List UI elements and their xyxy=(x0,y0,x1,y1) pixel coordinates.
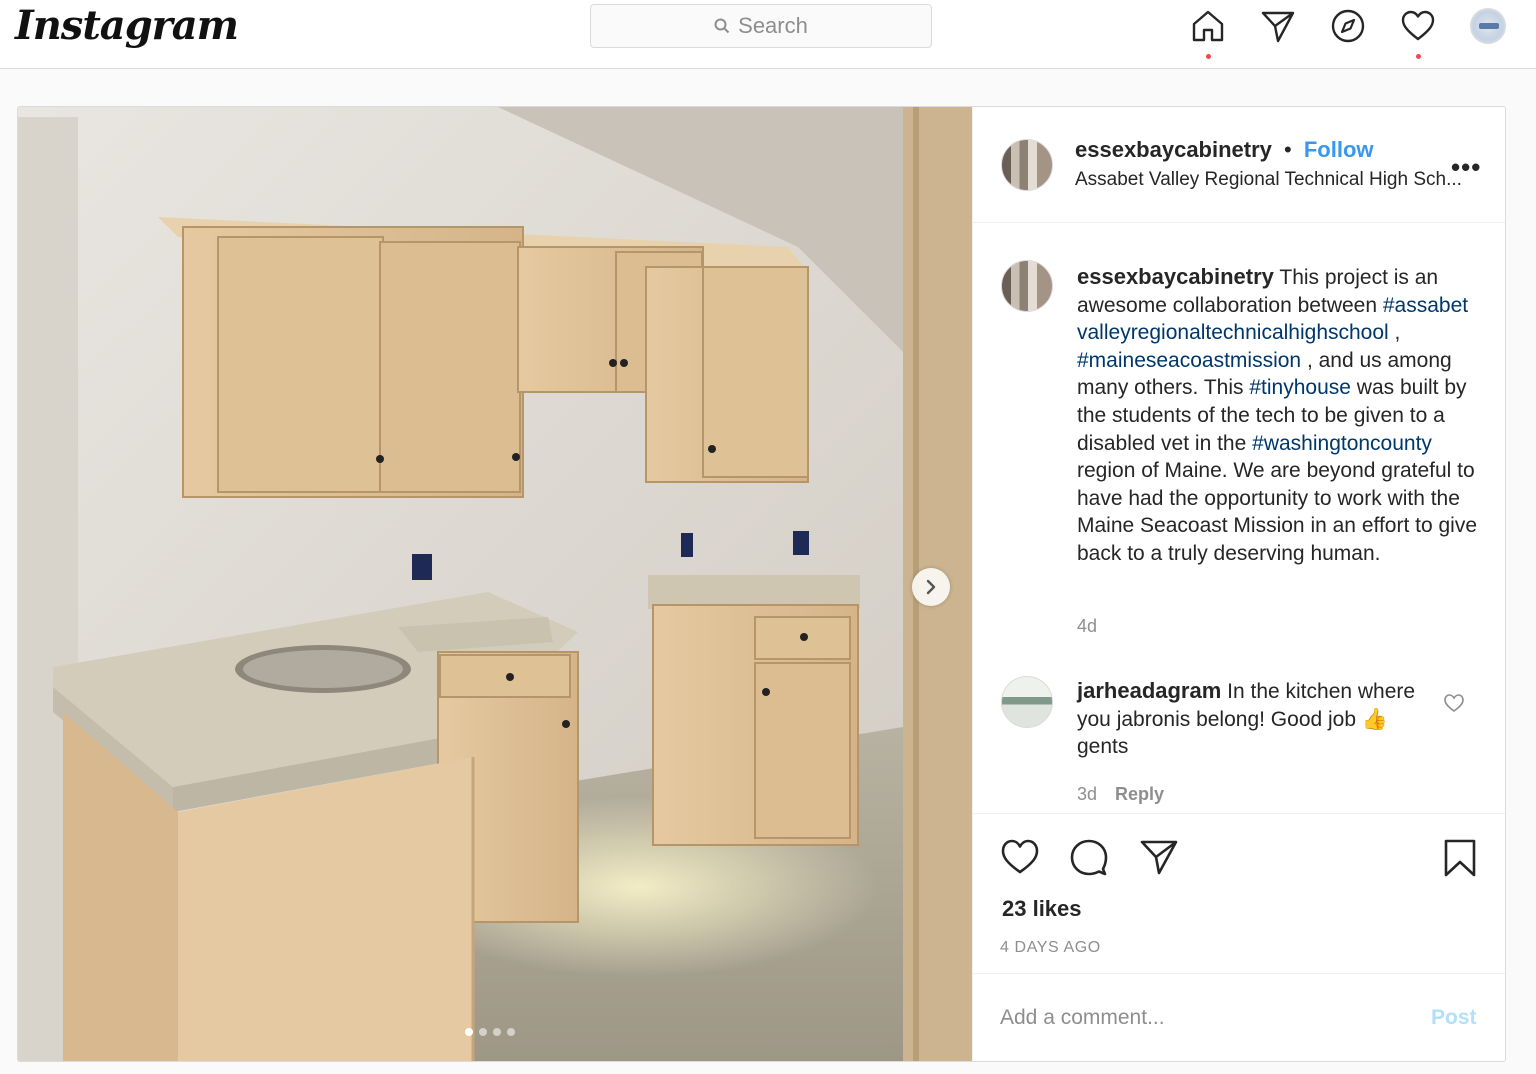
comment-like-heart-icon[interactable] xyxy=(1443,693,1465,713)
post-timestamp[interactable]: 4 DAYS AGO xyxy=(1000,939,1101,957)
comment-bubble-icon[interactable] xyxy=(1069,838,1109,876)
follow-button[interactable]: Follow xyxy=(1304,137,1374,162)
caption-author[interactable]: essexbaycabinetry xyxy=(1077,264,1274,289)
author-username[interactable]: essexbaycabinetry xyxy=(1075,137,1272,162)
activity-heart-icon[interactable] xyxy=(1398,6,1438,59)
post-photo[interactable] xyxy=(18,107,972,1061)
home-notification-dot xyxy=(1206,54,1211,59)
chevron-right-icon xyxy=(926,579,936,595)
hashtag-link[interactable]: #tinyhouse xyxy=(1249,376,1351,399)
post-comment-button[interactable]: Post xyxy=(1431,1006,1477,1030)
post-location[interactable]: Assabet Valley Regional Technical High S… xyxy=(1075,169,1475,191)
thumbs-up-emoji: 👍 xyxy=(1361,707,1389,731)
home-icon[interactable] xyxy=(1188,6,1228,59)
hashtag-link[interactable]: #washingtoncounty xyxy=(1252,432,1432,455)
caption-text-part: region of Maine. We are beyond grateful … xyxy=(1077,459,1477,565)
post-sidebar: essexbaycabinetry • Follow Assabet Valle… xyxy=(972,107,1505,1061)
commenter-username[interactable]: jarheadagram xyxy=(1077,678,1221,703)
search-box[interactable]: Search xyxy=(590,4,932,48)
add-comment-bar: Add a comment... Post xyxy=(973,973,1505,1061)
more-options-button[interactable]: ••• xyxy=(1451,152,1481,183)
pager-dot[interactable] xyxy=(493,1028,501,1036)
post-actions: 23 likes 4 DAYS AGO xyxy=(973,813,1505,973)
direct-icon[interactable] xyxy=(1258,6,1298,46)
caption-author-avatar[interactable] xyxy=(1001,260,1053,312)
pager-dot-active[interactable] xyxy=(465,1028,473,1036)
comment-text-part: gents xyxy=(1077,735,1129,759)
share-send-icon[interactable] xyxy=(1139,838,1179,876)
search-placeholder: Search xyxy=(738,13,808,38)
post-card: essexbaycabinetry • Follow Assabet Valle… xyxy=(17,106,1506,1062)
likes-count[interactable]: 23 likes xyxy=(1002,896,1082,922)
comment-time: 3d xyxy=(1077,784,1098,804)
hashtag-link[interactable]: #maineseacoastmission xyxy=(1077,349,1301,372)
commenter-avatar[interactable] xyxy=(1001,676,1053,728)
comment-meta: 3d Reply xyxy=(1077,784,1164,805)
activity-notification-dot xyxy=(1416,54,1421,59)
add-comment-input[interactable]: Add a comment... xyxy=(1000,1006,1165,1030)
top-nav: Instagram Search xyxy=(0,0,1536,69)
next-photo-button[interactable] xyxy=(912,568,950,606)
comment-text: jarheadagram In the kitchen where you ja… xyxy=(1077,677,1422,761)
pager-dot[interactable] xyxy=(479,1028,487,1036)
search-icon xyxy=(714,18,730,34)
caption-text: essexbaycabinetry This project is an awe… xyxy=(1077,263,1477,568)
caption-text-part: , xyxy=(1394,321,1401,345)
post-header: essexbaycabinetry • Follow Assabet Valle… xyxy=(973,107,1505,223)
comments-section: essexbaycabinetry This project is an awe… xyxy=(973,224,1505,812)
follow-separator: • xyxy=(1284,137,1292,162)
author-avatar[interactable] xyxy=(1001,139,1053,191)
pager-dot[interactable] xyxy=(507,1028,515,1036)
save-bookmark-icon[interactable] xyxy=(1442,838,1478,878)
photo-pager xyxy=(465,1028,515,1036)
profile-avatar-image xyxy=(1470,8,1506,44)
instagram-logo[interactable]: Instagram xyxy=(15,2,239,49)
explore-compass-icon[interactable] xyxy=(1328,6,1368,46)
header-user-line: essexbaycabinetry • Follow xyxy=(1075,137,1374,163)
kitchen-photo-illustration xyxy=(18,107,972,1061)
reply-button[interactable]: Reply xyxy=(1115,784,1164,804)
caption-time: 4d xyxy=(1077,616,1098,636)
like-heart-icon[interactable] xyxy=(1000,838,1040,876)
profile-avatar[interactable] xyxy=(1468,6,1508,46)
